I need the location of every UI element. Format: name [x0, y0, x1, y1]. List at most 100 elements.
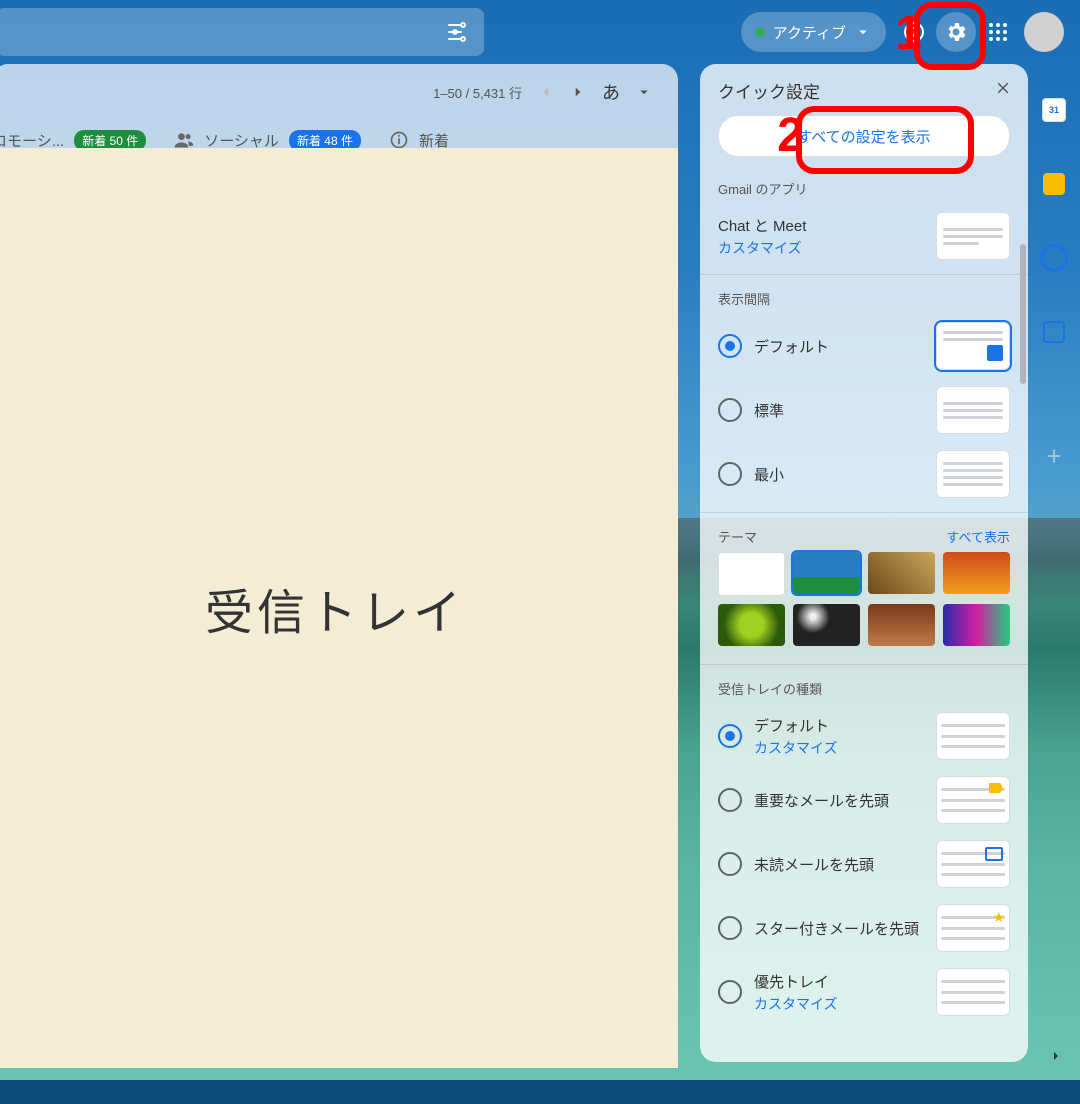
quick-settings-panel: クイック設定 すべての設定を表示 Gmail のアプリ Chat と Meet …	[700, 64, 1028, 1062]
status-active-icon	[755, 27, 765, 37]
next-page-button[interactable]	[562, 76, 594, 108]
important-tag-icon	[989, 783, 1003, 793]
section-density: 表示間隔	[700, 281, 1028, 314]
inbox-default-label: デフォルト	[754, 715, 924, 736]
account-avatar[interactable]	[1024, 12, 1064, 52]
inbox-unread-label: 未読メールを先頭	[754, 854, 924, 875]
inbox-starred-first[interactable]: スター付きメールを先頭 ★	[700, 896, 1028, 960]
radio-icon	[718, 788, 742, 812]
radio-icon	[718, 980, 742, 1004]
density-compact[interactable]: 最小	[700, 442, 1028, 506]
theme-option[interactable]	[868, 604, 935, 646]
contacts-icon	[1043, 321, 1065, 343]
tune-icon	[446, 20, 470, 44]
input-tools-menu[interactable]	[628, 76, 660, 108]
close-quick-settings[interactable]	[994, 79, 1012, 102]
hide-side-panel-button[interactable]	[1040, 1040, 1072, 1072]
people-icon	[174, 130, 194, 150]
radio-selected-icon	[718, 334, 742, 358]
theme-option[interactable]	[943, 604, 1010, 646]
settings-button[interactable]	[936, 12, 976, 52]
radio-icon	[718, 398, 742, 422]
section-inbox-type: 受信トレイの種類	[700, 671, 1028, 704]
mail-range: 1–50 / 5,431 行	[433, 83, 522, 102]
keep-icon	[1043, 173, 1065, 195]
annotation-2-number: 2	[777, 108, 804, 163]
radio-icon	[718, 462, 742, 486]
inbox-unread-thumb	[936, 840, 1010, 888]
density-comfortable-thumb	[936, 386, 1010, 434]
theme-option[interactable]	[793, 604, 860, 646]
chat-meet-customize[interactable]: カスタマイズ	[718, 238, 924, 258]
chat-meet-thumb	[936, 212, 1010, 260]
theme-view-all[interactable]: すべて表示	[946, 527, 1010, 546]
inbox-important-first[interactable]: 重要なメールを先頭	[700, 768, 1028, 832]
inbox-priority-label: 優先トレイ	[754, 971, 924, 992]
theme-option[interactable]	[943, 552, 1010, 594]
side-app-rail: 31 +	[1028, 64, 1080, 1104]
chat-status-chip[interactable]: アクティブ	[741, 12, 886, 52]
density-comfortable-label: 標準	[754, 400, 924, 421]
density-compact-thumb	[936, 450, 1010, 498]
chevron-right-icon	[1048, 1048, 1064, 1064]
density-default-thumb	[936, 322, 1010, 370]
theme-grid	[700, 552, 1028, 658]
density-default-label: デフォルト	[754, 336, 924, 357]
contacts-app-button[interactable]	[1032, 310, 1076, 354]
chat-meet-row[interactable]: Chat と Meet カスタマイズ	[700, 204, 1028, 268]
calendar-app-button[interactable]: 31	[1032, 88, 1076, 132]
plus-icon: +	[1046, 441, 1061, 472]
chat-meet-label: Chat と Meet	[718, 215, 924, 236]
calendar-icon: 31	[1042, 98, 1066, 122]
chevron-down-icon	[854, 23, 872, 41]
inbox-priority-customize[interactable]: カスタマイズ	[754, 994, 924, 1014]
mail-toolbar: 1–50 / 5,431 行 あ	[0, 64, 678, 120]
inbox-priority[interactable]: 優先トレイ カスタマイズ	[700, 960, 1028, 1024]
theme-option[interactable]	[868, 552, 935, 594]
radio-icon	[718, 916, 742, 940]
inbox-important-label: 重要なメールを先頭	[754, 790, 924, 811]
theme-option-selected[interactable]	[793, 552, 860, 594]
input-tools-button[interactable]: あ	[602, 79, 620, 105]
inbox-overlay: 受信トレイ	[0, 148, 678, 1068]
see-all-settings-button[interactable]: すべての設定を表示	[718, 115, 1010, 157]
tasks-icon	[1040, 244, 1068, 272]
arrow-drop-down-icon	[635, 83, 653, 101]
get-addons-button[interactable]: +	[1032, 434, 1076, 478]
search-bar[interactable]	[0, 8, 484, 56]
theme-option[interactable]	[718, 604, 785, 646]
tasks-app-button[interactable]	[1032, 236, 1076, 280]
section-gmail-apps: Gmail のアプリ	[700, 171, 1028, 204]
mail-icon	[985, 847, 1003, 861]
theme-option[interactable]	[718, 552, 785, 596]
section-theme: テーマ	[718, 527, 757, 546]
gear-icon	[944, 20, 968, 44]
quick-settings-title: クイック設定	[718, 78, 820, 103]
annotation-1-number: 1	[895, 6, 922, 61]
inbox-default-thumb	[936, 712, 1010, 760]
quick-settings-header: クイック設定	[700, 64, 1028, 111]
scrollbar-thumb[interactable]	[1020, 244, 1026, 384]
chevron-left-icon	[537, 83, 555, 101]
keep-app-button[interactable]	[1032, 162, 1076, 206]
density-compact-label: 最小	[754, 464, 924, 485]
section-theme-header: テーマ すべて表示	[700, 519, 1028, 552]
google-apps-button[interactable]	[978, 12, 1018, 52]
see-all-settings-label: すべての設定を表示	[797, 126, 930, 147]
density-default[interactable]: デフォルト	[700, 314, 1028, 378]
inbox-priority-thumb	[936, 968, 1010, 1016]
close-icon	[994, 79, 1012, 97]
info-icon	[389, 130, 409, 150]
star-icon: ★	[992, 909, 1005, 926]
density-comfortable[interactable]: 標準	[700, 378, 1028, 442]
apps-grid-icon	[986, 20, 1010, 44]
radio-selected-icon	[718, 724, 742, 748]
chevron-right-icon	[569, 83, 587, 101]
inbox-overlay-text: 受信トレイ	[205, 573, 465, 643]
status-label: アクティブ	[773, 22, 846, 43]
inbox-unread-first[interactable]: 未読メールを先頭	[700, 832, 1028, 896]
inbox-default-customize[interactable]: カスタマイズ	[754, 738, 924, 758]
inbox-default[interactable]: デフォルト カスタマイズ	[700, 704, 1028, 768]
inbox-starred-thumb: ★	[936, 904, 1010, 952]
prev-page-button[interactable]	[530, 76, 562, 108]
